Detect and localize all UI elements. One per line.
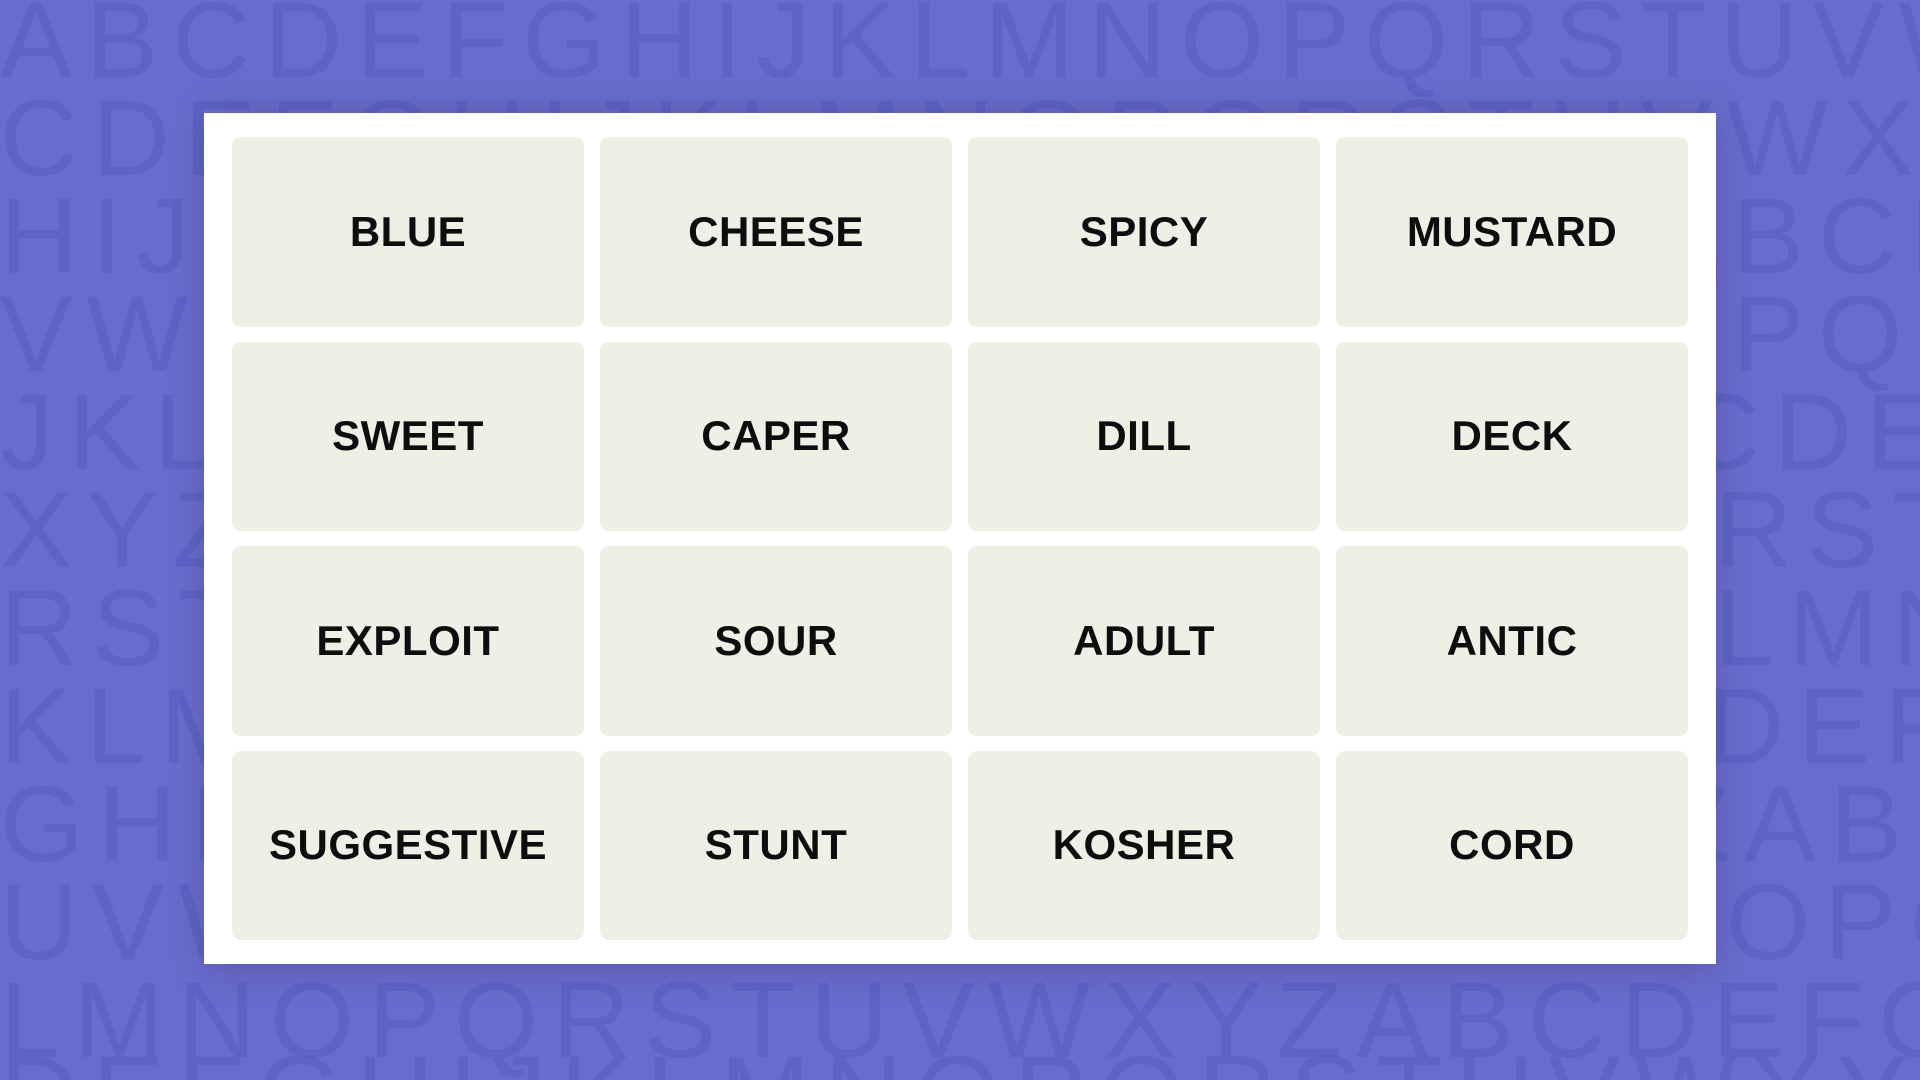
word-tile[interactable]: CHEESE [600, 137, 952, 327]
word-tile-grid: BLUE CHEESE SPICY MUSTARD SWEET CAPER DI… [232, 137, 1688, 940]
word-tile[interactable]: SPICY [968, 137, 1320, 327]
word-tile-label: ADULT [1073, 616, 1215, 664]
word-tile[interactable]: KOSHER [968, 750, 1320, 940]
word-tile[interactable]: CORD [1336, 750, 1688, 940]
wallpaper-row: ABCDEFGHIJKLMNOPQRSTUVWXYZABCDEFGHIJ [0, 0, 1920, 100]
word-tile-label: DECK [1451, 412, 1573, 460]
word-tile-label: MUSTARD [1406, 207, 1618, 255]
word-tile-label: DILL [1096, 412, 1192, 460]
word-tile[interactable]: DILL [968, 341, 1320, 531]
word-tile[interactable]: EXPLOIT [232, 546, 584, 736]
word-tile[interactable]: SUGGESTIVE [232, 750, 584, 940]
word-tile-label: CAPER [701, 412, 851, 460]
word-tile-label: CHEESE [688, 207, 864, 255]
word-tile[interactable]: CAPER [600, 341, 952, 531]
word-tile[interactable]: MUSTARD [1336, 137, 1688, 327]
word-tile-label: SWEET [332, 412, 484, 460]
word-tile-label: KOSHER [1052, 821, 1236, 869]
word-tile-label: SOUR [714, 616, 838, 664]
wallpaper-row: LMNOPQRSTUVWXYZABCDEFGHIJKLMNOPQRSTU [0, 959, 1920, 1080]
word-tile-label: SUGGESTIVE [268, 821, 548, 869]
word-tile-label: ANTIC [1446, 616, 1578, 664]
word-tile-label: SPICY [1079, 207, 1209, 255]
word-tile[interactable]: DECK [1336, 341, 1688, 531]
word-tile[interactable]: SOUR [600, 546, 952, 736]
wallpaper-row: DEFGHIJKLMNOPQRSTUVWXYZABCDEFGHIJKLM [0, 1040, 1920, 1080]
word-tile[interactable]: SWEET [232, 341, 584, 531]
game-board-card: BLUE CHEESE SPICY MUSTARD SWEET CAPER DI… [204, 113, 1716, 964]
word-tile-label: BLUE [349, 207, 467, 255]
word-tile[interactable]: ADULT [968, 546, 1320, 736]
word-tile[interactable]: STUNT [600, 750, 952, 940]
word-tile-label: CORD [1449, 821, 1575, 869]
word-tile-label: EXPLOIT [316, 616, 500, 664]
word-tile[interactable]: ANTIC [1336, 546, 1688, 736]
word-tile[interactable]: BLUE [232, 137, 584, 327]
word-tile-label: STUNT [704, 821, 848, 869]
